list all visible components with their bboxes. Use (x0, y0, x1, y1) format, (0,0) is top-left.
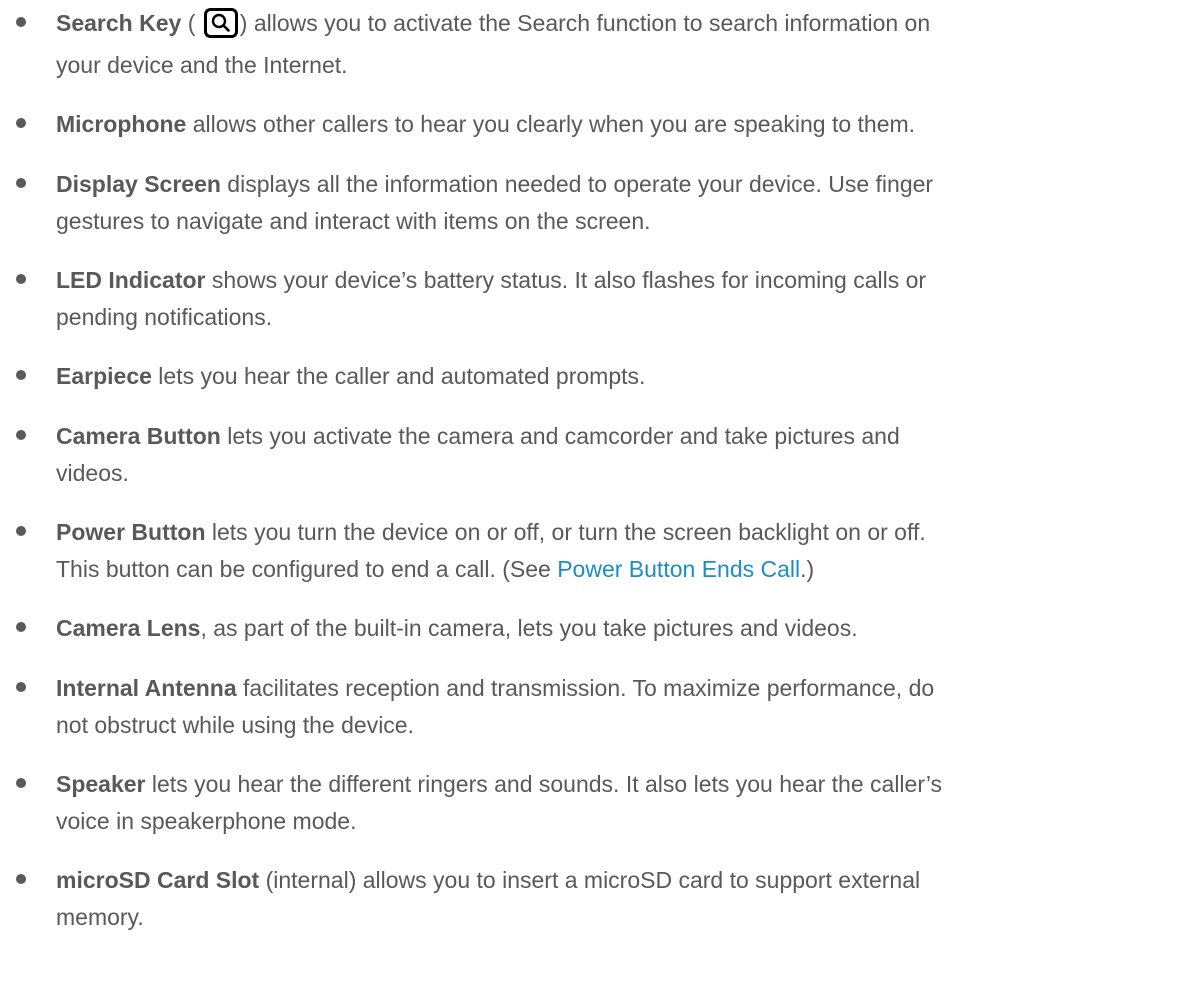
item-text-line2-post: .) (800, 556, 815, 582)
item-term: Internal Antenna (56, 675, 237, 701)
bullet (16, 526, 26, 536)
item-term: LED Indicator (56, 267, 206, 293)
item-text-line2: voice in speakerphone mode. (56, 808, 357, 834)
item-text-line1: shows your device’s battery status. It a… (205, 267, 927, 293)
item-text-line2: videos. (56, 460, 129, 486)
item-text-line2-pre: This button can be configured to end a c… (56, 556, 558, 582)
item-text-line2: memory. (56, 904, 144, 930)
search-key-icon (203, 8, 238, 47)
bullet (16, 274, 26, 284)
item-text-line1: allows other callers to hear you clearly… (186, 111, 916, 137)
item-text: Earpiece lets you hear the caller and au… (56, 359, 1191, 393)
document-page: Search Key ( ) allows you to activate th… (0, 0, 1196, 1008)
bullet (16, 622, 26, 632)
item-text-line1: , as part of the built-in camera, lets y… (200, 615, 858, 641)
item-text: Speaker lets you hear the different ring… (56, 767, 1191, 801)
item-text-line1: lets you activate the camera and camcord… (220, 423, 900, 449)
item-text-line1: lets you hear the different ringers and … (145, 771, 943, 797)
item-text: Camera Button lets you activate the came… (56, 419, 1191, 453)
item-text: microSD Card Slot (internal) allows you … (56, 863, 1191, 897)
item-term: Camera Lens (56, 615, 201, 641)
item-text-line1: facilitates reception and transmission. … (236, 675, 935, 701)
item-text-line1: (internal) allows you to insert a microS… (259, 867, 921, 893)
item-term: Display Screen (56, 171, 221, 197)
item-text: Microphone allows other callers to hear … (56, 107, 1191, 141)
item-text-line2: your device and the Internet. (56, 52, 348, 78)
item-text: Camera Lens, as part of the built-in cam… (56, 611, 1191, 645)
bullet (16, 874, 26, 884)
item-term: Search Key (56, 10, 182, 36)
item-text-line2: gestures to navigate and interact with i… (56, 208, 651, 234)
item-term: Earpiece (56, 363, 152, 389)
bullet (16, 370, 26, 380)
bullet (16, 118, 26, 128)
item-term: microSD Card Slot (56, 867, 260, 893)
power-button-ends-call-link[interactable]: Power Button Ends Call (557, 556, 800, 582)
item-text: Internal Antenna facilitates reception a… (56, 671, 1191, 705)
bullet (16, 778, 26, 788)
item-term: Microphone (56, 111, 187, 137)
item-text-pre: ( (181, 10, 202, 36)
item-text-line1: displays all the information needed to o… (220, 171, 934, 197)
item-text-line1: lets you hear the caller and automated p… (151, 363, 646, 389)
item-text-post: ) allows you to activate the Search func… (239, 10, 931, 36)
bullet (16, 430, 26, 440)
item-text: Search Key ( ) allows you to activate th… (56, 6, 1191, 47)
item-text-line1: lets you turn the device on or off, or t… (205, 519, 926, 545)
bullet (16, 17, 26, 27)
bullet (16, 682, 26, 692)
item-text-line2: pending notifications. (56, 304, 273, 330)
item-text: Power Button lets you turn the device on… (56, 515, 1191, 549)
item-term: Power Button (56, 519, 206, 545)
item-text: Display Screen displays all the informat… (56, 167, 1191, 201)
item-text: LED Indicator shows your device’s batter… (56, 263, 1191, 297)
item-text-line2: This button can be configured to end a c… (56, 552, 1191, 586)
bullet (16, 178, 26, 188)
item-text-line2: not obstruct while using the device. (56, 712, 414, 738)
item-term: Speaker (56, 771, 146, 797)
item-term: Camera Button (56, 423, 221, 449)
